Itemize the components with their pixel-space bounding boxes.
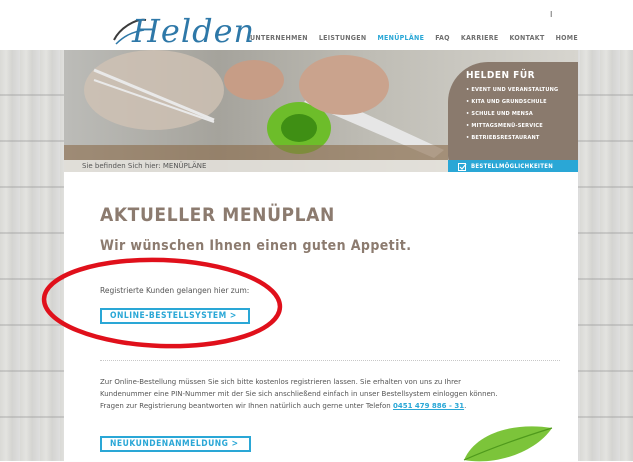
info-line-2: Kundenummer eine PIN-Nummer mit der Sie …	[100, 390, 498, 398]
top-marker: I	[550, 10, 553, 19]
hero-banner: Sie befinden Sich hier: MENÜPLÄNE HELDEN…	[64, 50, 578, 172]
page-subtitle: Wir wünschen Ihnen einen guten Appetit.	[100, 238, 412, 254]
neukundenanmeldung-button[interactable]: NEUKUNDENANMELDUNG >	[100, 436, 251, 452]
main-navigation: UNTERNEHMEN LEISTUNGEN MENÜPLÄNE FAQ KAR…	[250, 34, 589, 46]
divider	[100, 360, 560, 361]
bestellmoeglichkeiten-link[interactable]: BESTELLMÖGLICHKEITEN	[448, 160, 578, 172]
phone-link[interactable]: 0451 479 886 - 31	[393, 402, 464, 410]
box-item-event[interactable]: EVENT UND VERANSTALTUNG	[466, 84, 578, 96]
nav-item-faq[interactable]: FAQ	[435, 34, 450, 46]
box-item-schule[interactable]: SCHULE UND MENSA	[466, 108, 578, 120]
site-header: Helden I UNTERNEHMEN LEISTUNGEN MENÜPLÄN…	[0, 0, 633, 50]
box-item-betriebsrestaurant[interactable]: BETRIEBSRESTAURANT	[466, 132, 578, 144]
bestell-label: BESTELLMÖGLICHKEITEN	[471, 163, 554, 170]
nav-item-karriere[interactable]: KARRIERE	[461, 34, 499, 46]
breadcrumb: Sie befinden Sich hier: MENÜPLÄNE	[64, 160, 454, 172]
box-item-mittagsmenue[interactable]: MITTAGSMENÜ-SERVICE	[466, 120, 578, 132]
info-line-3: Fragen zur Registrierung beantworten wir…	[100, 400, 570, 412]
nav-item-unternehmen[interactable]: UNTERNEHMEN	[250, 34, 308, 46]
page-title: AKTUELLER MENÜPLAN	[100, 204, 335, 226]
helden-fuer-box: HELDEN FÜR EVENT UND VERANSTALTUNG KITA …	[448, 62, 578, 170]
registration-info: Zur Online-Bestellung müssen Sie sich bi…	[100, 376, 570, 412]
info-line-1: Zur Online-Bestellung müssen Sie sich bi…	[100, 378, 461, 386]
red-annotation-ellipse	[41, 257, 283, 349]
nav-item-kontakt[interactable]: KONTAKT	[509, 34, 544, 46]
info-line-3-text: Fragen zur Registrierung beantworten wir…	[100, 402, 393, 410]
helden-logo[interactable]: Helden	[110, 10, 254, 50]
checkbox-icon	[458, 162, 467, 171]
logo-text: Helden	[132, 12, 256, 50]
helden-fuer-title: HELDEN FÜR	[466, 70, 536, 81]
box-item-kita[interactable]: KITA UND GRUNDSCHULE	[466, 96, 578, 108]
nav-item-menueplaene[interactable]: MENÜPLÄNE	[377, 34, 424, 46]
nav-item-home[interactable]: HOME	[556, 34, 578, 46]
info-line-3-end: .	[464, 402, 467, 410]
leaf-icon	[463, 426, 553, 462]
nav-item-leistungen[interactable]: LEISTUNGEN	[319, 34, 367, 46]
